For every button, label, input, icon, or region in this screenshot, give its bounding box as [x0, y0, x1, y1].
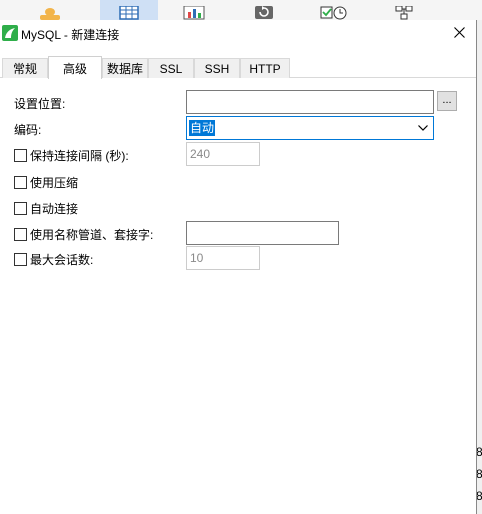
keepalive-checkbox-row[interactable]: 保持连接间隔 (秒):: [14, 147, 129, 164]
max-sessions-checkbox-row[interactable]: 最大会话数:: [14, 251, 93, 268]
named-pipe-input[interactable]: [186, 221, 339, 245]
keepalive-interval-input[interactable]: 240: [186, 142, 260, 166]
compression-label: 使用压缩: [30, 176, 79, 190]
autoconnect-checkbox-row[interactable]: 自动连接: [14, 200, 78, 217]
tab-ssl[interactable]: SSL: [148, 58, 194, 78]
tab-databases[interactable]: 数据库: [102, 58, 148, 78]
max-sessions-input[interactable]: 10: [186, 246, 260, 270]
background-window-edge: [477, 20, 482, 514]
chart-icon[interactable]: [172, 0, 216, 20]
schedule-icon[interactable]: [312, 0, 356, 20]
app-toolbar: [0, 0, 482, 20]
max-sessions-label: 最大会话数:: [30, 253, 94, 267]
location-input[interactable]: [186, 90, 434, 114]
encoding-select[interactable]: 自动: [186, 116, 434, 140]
model-icon[interactable]: [382, 0, 426, 20]
encoding-label: 编码:: [14, 123, 42, 137]
tab-general[interactable]: 常规: [2, 58, 48, 78]
chevron-down-icon[interactable]: [414, 118, 432, 138]
compression-checkbox[interactable]: [14, 176, 27, 189]
compression-checkbox-row[interactable]: 使用压缩: [14, 174, 78, 191]
tab-bar: 常规 高级 数据库 SSL SSH HTTP: [0, 56, 476, 79]
max-sessions-checkbox[interactable]: [14, 253, 27, 266]
user-icon[interactable]: [28, 0, 72, 20]
dialog-title: MySQL - 新建连接: [21, 28, 120, 42]
keepalive-label: 保持连接间隔 (秒):: [30, 149, 129, 163]
named-pipe-checkbox-row[interactable]: 使用名称管道、套接字:: [14, 226, 153, 243]
dialog-titlebar[interactable]: MySQL - 新建连接: [0, 20, 476, 48]
tab-advanced[interactable]: 高级: [48, 56, 102, 79]
keepalive-checkbox[interactable]: [14, 149, 27, 162]
browse-button[interactable]: ...: [437, 91, 457, 111]
close-button[interactable]: [446, 22, 472, 46]
mysql-logo-icon: [2, 25, 18, 41]
named-pipe-label: 使用名称管道、套接字:: [30, 228, 154, 242]
autoconnect-checkbox[interactable]: [14, 202, 27, 215]
table-icon[interactable]: [100, 0, 158, 20]
backup-icon[interactable]: [242, 0, 286, 20]
encoding-selected-value: 自动: [189, 120, 216, 136]
autoconnect-label: 自动连接: [30, 202, 79, 216]
named-pipe-checkbox[interactable]: [14, 228, 27, 241]
new-connection-dialog: MySQL - 新建连接 常规 高级 数据库 SSL SSH HTTP 设置位置…: [0, 20, 477, 514]
tab-ssh[interactable]: SSH: [194, 58, 240, 78]
close-icon: [453, 27, 465, 41]
tab-http[interactable]: HTTP: [240, 58, 290, 78]
location-label: 设置位置:: [14, 97, 66, 111]
